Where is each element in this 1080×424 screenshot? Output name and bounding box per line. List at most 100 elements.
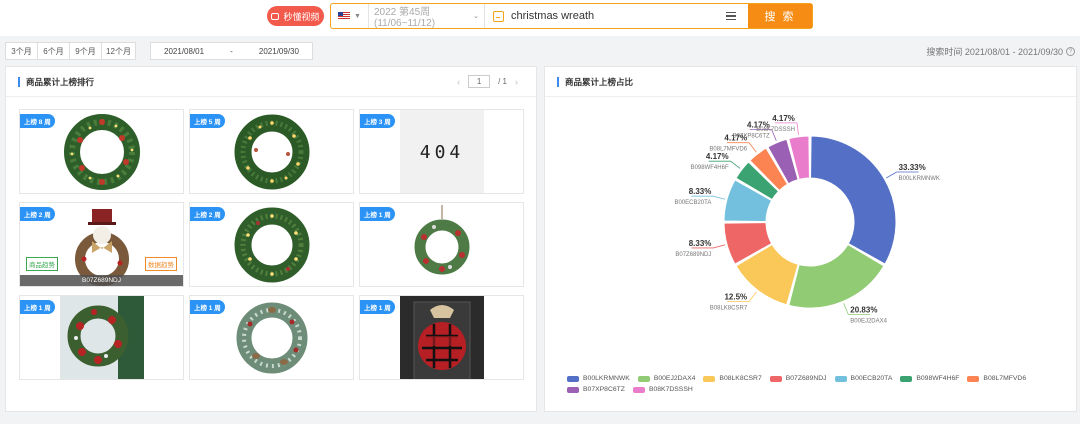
pager: ‹ 1 / 1 › (457, 75, 518, 88)
legend-label: B00LKRMNWK (583, 375, 630, 382)
product-card[interactable]: 上榜 8 周 (19, 109, 184, 194)
legend-item[interactable]: B08K7DSSSH (632, 386, 693, 393)
asin-label: B07Z689NDJ (20, 275, 183, 286)
slice-asin-label: B07Z689NDJ (675, 252, 711, 258)
legend-item[interactable]: B08L7MFVD6 (967, 375, 1026, 382)
date-end: 2021/09/30 (258, 46, 299, 56)
weeks-badge: 上榜 3 周 (360, 114, 395, 128)
week-select[interactable]: 2022 第45周 (11/06~11/12) ⌄ (369, 4, 485, 29)
product-image (400, 203, 484, 286)
prev-page-icon[interactable]: ‹ (457, 77, 460, 87)
ranking-panel-title: 商品累计上榜排行 (18, 77, 94, 87)
slice-percent-label: 20.83% (850, 305, 877, 314)
donut-chart: 33.33% B00LKRMNWK 20.83% B00EJ2DAX4 12.5% B08… (674, 114, 940, 325)
top-bar: 秒懂视频 ▼ 2022 第45周 (11/06~11/12) ⌄ 搜 索 (0, 0, 1080, 36)
product-card[interactable]: 上榜 1 周 (359, 202, 524, 287)
slice-percent-label: 8.33% (689, 187, 712, 196)
slice-asin-label: B08K7DSSSH (756, 127, 795, 133)
legend-item[interactable]: B098WF4H6F (900, 375, 959, 382)
slice-asin-label: B098WF4H6F (691, 165, 729, 171)
list-icon[interactable] (726, 4, 744, 28)
legend-swatch (632, 386, 645, 393)
share-panel: 商品累计上榜占比 33.33% B00LKRMNWK 20.83% B00EJ2DAX… (544, 66, 1077, 412)
donut-slice-b00lkrmnwk[interactable] (810, 135, 897, 265)
legend-label: B08K7DSSSH (648, 386, 693, 393)
slice-percent-label: 8.33% (689, 239, 712, 248)
weeks-badge: 上榜 5 周 (190, 114, 225, 128)
product-image (60, 110, 144, 193)
weeks-badge: 上榜 1 周 (360, 207, 395, 221)
range-buttons: 3个月 6个月 9个月 12个月 (5, 42, 136, 60)
legend-item[interactable]: B00ECB20TA (834, 375, 893, 382)
product-image (230, 296, 314, 379)
weeks-badge: 上榜 8 周 (20, 114, 55, 128)
search-time-text: 搜索时间 2021/08/01 - 2021/09/30 (926, 47, 1063, 57)
product-image (60, 296, 144, 379)
slice-asin-label: B00EJ2DAX4 (850, 318, 887, 324)
legend-swatch (900, 375, 913, 382)
product-card[interactable]: 上榜 1 周 (19, 295, 184, 380)
legend-item[interactable]: B00LKRMNWK (567, 375, 630, 382)
legend-label: B07XP8C6TZ (583, 386, 625, 393)
share-panel-title: 商品累计上榜占比 (557, 77, 633, 87)
search-button[interactable]: 搜 索 (748, 4, 812, 28)
data-trend-tag[interactable]: 数据趋势 (145, 257, 177, 271)
range-9-months-button[interactable]: 9个月 (70, 43, 102, 59)
range-3-months-button[interactable]: 3个月 (6, 43, 38, 59)
product-card[interactable]: 上榜 3 周 404 (359, 109, 524, 194)
next-page-icon[interactable]: › (515, 77, 518, 87)
product-image (400, 296, 484, 379)
legend-swatch (967, 375, 980, 382)
slice-percent-label: 4.17% (706, 152, 729, 161)
label-leader-line (691, 195, 726, 200)
ranking-panel: 商品累计上榜排行 ‹ 1 / 1 › 上榜 8 周 上榜 5 周 上榜 3 周 … (5, 66, 537, 412)
range-6-months-button[interactable]: 6个月 (38, 43, 70, 59)
legend-swatch (637, 375, 650, 382)
slice-asin-label: B08LK8CSR7 (710, 305, 748, 311)
slice-percent-label: 33.33% (899, 163, 926, 172)
chevron-down-icon: ▼ (354, 12, 361, 20)
legend-label: B07Z689NDJ (785, 375, 827, 382)
marketplace-select[interactable]: ▼ (331, 4, 369, 28)
slice-asin-label: B08L7MFVD6 (709, 147, 747, 153)
slice-percent-label: 4.17% (772, 114, 795, 123)
product-card[interactable]: 上榜 2 周 商品趋势 数据趋势 B07Z689NDJ (19, 202, 184, 287)
product-image (230, 110, 314, 193)
weeks-badge: 上榜 2 周 (190, 207, 225, 221)
product-card[interactable]: 上榜 5 周 (189, 109, 354, 194)
legend-label: B098WF4H6F (916, 375, 960, 382)
week-select-value: 2022 第45周 (11/06~11/12) (374, 7, 436, 29)
search-box: ▼ 2022 第45周 (11/06~11/12) ⌄ 搜 索 (330, 3, 813, 29)
weeks-badge: 上榜 1 周 (190, 300, 225, 314)
video-button-label: 秒懂视频 (283, 11, 320, 22)
product-card[interactable]: 上榜 1 周 (359, 295, 524, 380)
help-icon[interactable]: ? (1066, 47, 1075, 56)
legend-item[interactable]: B08LK8CSR7 (703, 375, 762, 382)
image-not-found: 404 (400, 110, 484, 193)
keyword-input[interactable] (511, 4, 726, 28)
video-button[interactable]: 秒懂视频 (267, 6, 324, 26)
legend-item[interactable]: B07XP8C6TZ (567, 386, 625, 393)
legend-swatch (567, 386, 579, 393)
page-input[interactable]: 1 (468, 75, 491, 88)
legend-swatch (703, 375, 716, 382)
range-12-months-button[interactable]: 12个月 (102, 43, 135, 59)
legend-item[interactable]: B07Z689NDJ (769, 375, 827, 382)
weeks-badge: 上榜 2 周 (20, 207, 55, 221)
product-trend-tag[interactable]: 商品趋势 (26, 257, 58, 271)
us-flag-icon (338, 12, 351, 20)
product-card[interactable]: 上榜 1 周 (189, 295, 354, 380)
legend-label: B00ECB20TA (850, 375, 893, 382)
chart-legend: B00LKRMNWK B00EJ2DAX4 B08LK8CSR7 B07Z689NDJ… (567, 375, 1067, 393)
date-start: 2021/08/01 (164, 46, 205, 56)
weeks-badge: 上榜 1 周 (360, 300, 395, 314)
legend-label: B08LK8CSR7 (719, 375, 762, 382)
legend-swatch (567, 375, 579, 382)
product-card[interactable]: 上榜 2 周 (189, 202, 354, 287)
product-image (230, 203, 314, 286)
date-separator: - (230, 46, 233, 56)
slice-asin-label: B00LKRMNWK (899, 176, 940, 182)
legend-item[interactable]: B00EJ2DAX4 (637, 375, 696, 382)
legend-label: B00EJ2DAX4 (653, 375, 696, 382)
date-range-picker[interactable]: 2021/08/01 - 2021/09/30 (150, 42, 313, 60)
